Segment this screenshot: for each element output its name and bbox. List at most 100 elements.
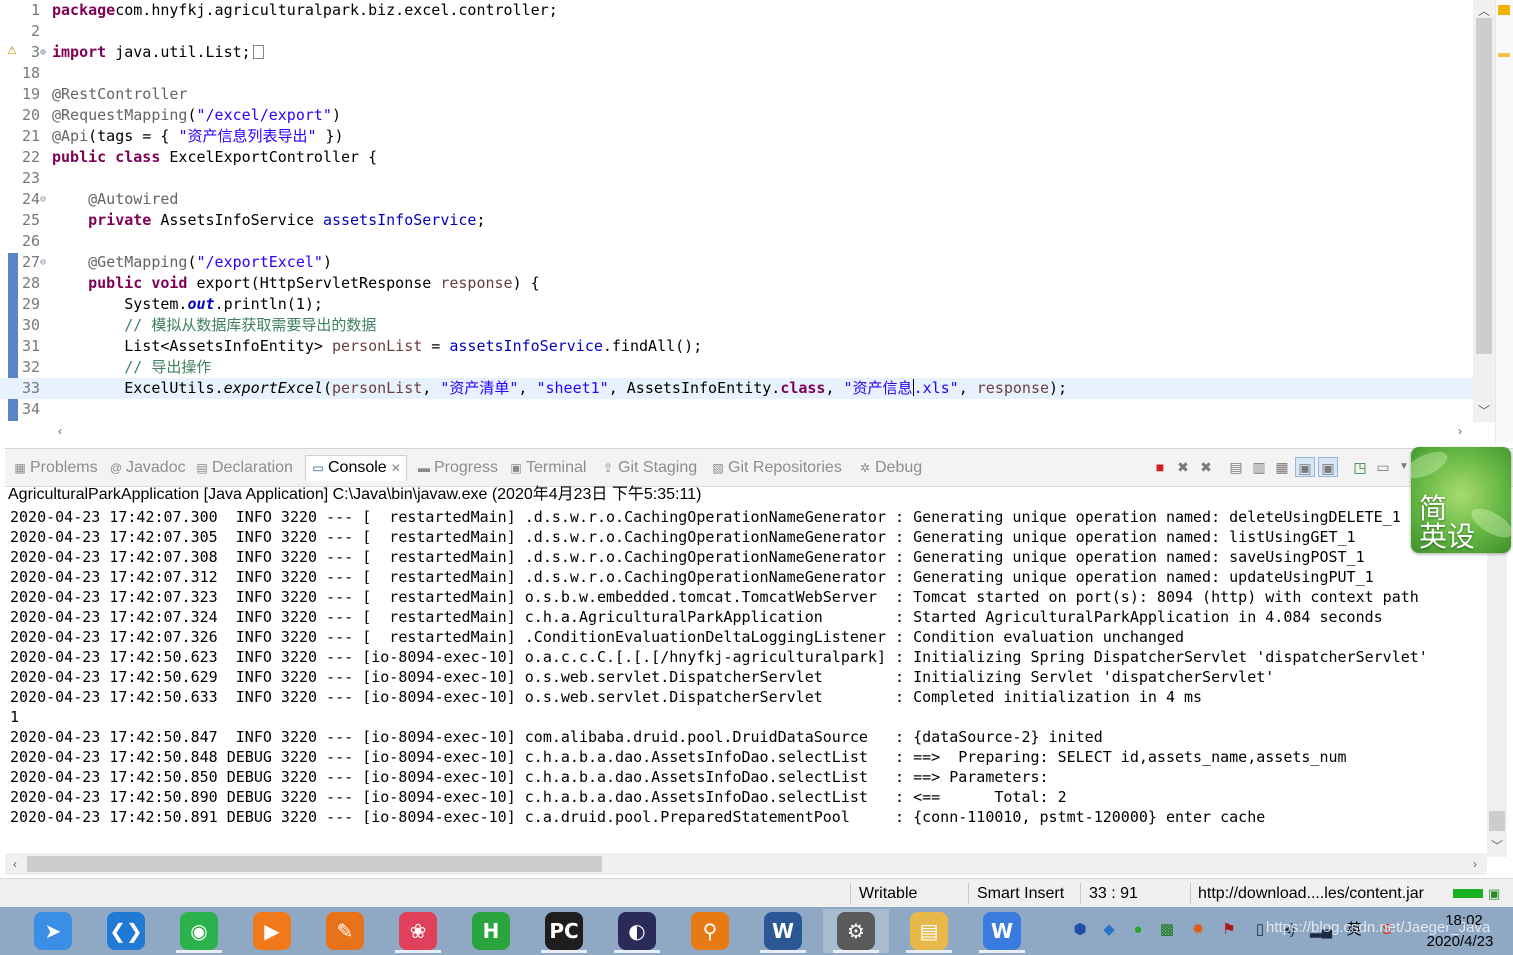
code-line[interactable]: 23 xyxy=(0,168,1473,189)
console-scroll-right-icon[interactable]: › xyxy=(1467,857,1483,871)
scroll-right-arrow-icon[interactable]: › xyxy=(1452,424,1468,438)
taskbar-java-ee-ide[interactable]: ⚙ xyxy=(823,909,889,953)
code-text[interactable]: private AssetsInfoService assetsInfoServ… xyxy=(52,210,485,231)
tray-nvidia-icon[interactable]: ▩ xyxy=(1157,919,1177,941)
console-log-line[interactable]: 2020-04-23 17:42:07.308 INFO 3220 --- [ … xyxy=(5,547,1487,567)
console-vertical-scrollbar[interactable]: ﹀ xyxy=(1487,507,1507,857)
close-tab-icon[interactable]: ✕ xyxy=(391,461,401,475)
show-on-stderr-icon[interactable]: ▣ xyxy=(1318,457,1338,477)
tab-progress[interactable]: ▬ Progress xyxy=(417,457,498,479)
collapse-fold-icon[interactable]: ⊖ xyxy=(40,189,50,210)
tab-terminal[interactable]: ▣ Terminal xyxy=(509,457,586,479)
expand-fold-icon[interactable]: ⊕ xyxy=(40,42,50,63)
code-line[interactable]: 3 ⊕ import java.util.List; xyxy=(0,42,1473,63)
collapse-fold-icon[interactable]: ⊖ xyxy=(40,252,50,273)
console-log-line[interactable]: 2020-04-23 17:42:07.300 INFO 3220 --- [ … xyxy=(5,507,1487,527)
console-scroll-down-icon[interactable]: ﹀ xyxy=(1489,837,1505,854)
code-line[interactable]: 26 xyxy=(0,231,1473,252)
taskbar-file-explorer[interactable]: ▤ xyxy=(896,909,962,953)
code-text[interactable]: public void export(HttpServletResponse r… xyxy=(52,273,540,294)
progress-bar[interactable] xyxy=(1453,889,1483,898)
taskbar-search-app[interactable]: ⚲ xyxy=(677,909,743,953)
pin-console-icon[interactable]: ◳ xyxy=(1350,457,1370,477)
scroll-up-arrow-icon[interactable]: ︿ xyxy=(1476,2,1492,19)
tab-git-staging[interactable]: ⇪ Git Staging xyxy=(601,457,697,479)
console-log-line[interactable]: 2020-04-23 17:42:50.890 DEBUG 3220 --- [… xyxy=(5,787,1487,807)
code-line[interactable]: 32 // 导出操作 xyxy=(0,357,1473,378)
overview-warning-mark[interactable] xyxy=(1498,5,1510,15)
console-log-line[interactable]: 2020-04-23 17:42:07.312 INFO 3220 --- [ … xyxy=(5,567,1487,587)
code-line[interactable]: 34 xyxy=(0,399,1473,420)
code-text[interactable]: @Autowired xyxy=(52,189,178,210)
taskbar-eclipse[interactable]: ◐ xyxy=(604,909,670,953)
scroll-left-arrow-icon[interactable]: ‹ xyxy=(52,424,68,438)
clear-console-icon[interactable]: ▤ xyxy=(1226,457,1246,477)
code-text[interactable]: packagecom.hnyfkj.agriculturalpark.biz.e… xyxy=(52,0,558,21)
code-editor[interactable]: ⚠ 1 packagecom.hnyfkj.agriculturalpark.bi… xyxy=(0,0,1495,443)
code-text[interactable]: // 模拟从数据库获取需要导出的数据 xyxy=(52,315,376,336)
remove-all-launches-icon[interactable]: ✖ xyxy=(1196,457,1216,477)
code-text[interactable]: public class ExcelExportController { xyxy=(52,147,377,168)
console-hscroll-thumb[interactable] xyxy=(27,856,602,872)
insert-mode[interactable]: Smart Insert xyxy=(977,879,1064,908)
scroll-lock-icon[interactable]: ▥ xyxy=(1249,457,1269,477)
console-log-line[interactable]: 2020-04-23 17:42:07.323 INFO 3220 --- [ … xyxy=(5,587,1487,607)
cursor-position[interactable]: 33 : 91 xyxy=(1089,879,1138,908)
console-log-line[interactable]: 2020-04-23 17:42:50.850 DEBUG 3220 --- [… xyxy=(5,767,1487,787)
tray-wechat-icon[interactable]: ● xyxy=(1128,919,1148,941)
tab-debug[interactable]: ✲ Debug xyxy=(858,457,922,479)
code-line[interactable]: 21 @Api(tags = { "资产信息列表导出" }) xyxy=(0,126,1473,147)
word-wrap-icon[interactable]: ▦ xyxy=(1272,457,1292,477)
code-text[interactable]: @RestController xyxy=(52,84,187,105)
taskbar-vscode[interactable]: ❮❯ xyxy=(93,909,159,953)
taskbar-pycharm[interactable]: PC xyxy=(531,909,597,953)
code-line[interactable]: 24 ⊖ @Autowired xyxy=(0,189,1473,210)
editor-horizontal-scrollbar[interactable]: ‹ › xyxy=(52,422,1473,442)
terminate-icon[interactable]: ■ xyxy=(1150,457,1170,477)
console-log-line[interactable]: 1 xyxy=(5,707,1487,727)
tray-box-icon[interactable]: ⬢ xyxy=(1070,919,1090,941)
tab-declaration[interactable]: ▤ Declaration xyxy=(195,457,293,479)
console-log-line[interactable]: 2020-04-23 17:42:50.891 DEBUG 3220 --- [… xyxy=(5,807,1487,827)
code-line[interactable]: 1 packagecom.hnyfkj.agriculturalpark.biz.… xyxy=(0,0,1473,21)
code-line[interactable]: 28 public void export(HttpServletRespons… xyxy=(0,273,1473,294)
code-line[interactable]: 33 ExcelUtils.exportExcel(personList, "资… xyxy=(0,378,1473,399)
console-log-line[interactable]: 2020-04-23 17:42:50.848 DEBUG 3220 --- [… xyxy=(5,747,1487,767)
console-scroll-thumb[interactable] xyxy=(1489,811,1505,831)
console-output[interactable]: 2020-04-23 17:42:07.300 INFO 3220 --- [ … xyxy=(5,507,1487,857)
overview-annotation-mark[interactable] xyxy=(1498,53,1510,57)
show-on-stdout-icon[interactable]: ▣ xyxy=(1295,457,1315,477)
console-log-line[interactable]: 2020-04-23 17:42:07.326 INFO 3220 --- [ … xyxy=(5,627,1487,647)
code-line[interactable]: 29 System.out.println(1); xyxy=(0,294,1473,315)
editor-vertical-scrollbar[interactable]: ︿ ﹀ xyxy=(1473,0,1495,422)
tray-flag-icon[interactable]: ⚑ xyxy=(1219,919,1239,941)
progress-view-icon[interactable]: ▣ xyxy=(1488,879,1500,908)
code-line[interactable]: 18 xyxy=(0,63,1473,84)
tab-console[interactable]: ▭ Console ✕ xyxy=(305,455,407,481)
code-line[interactable]: 2 xyxy=(0,21,1473,42)
taskbar-hbuilder[interactable]: H xyxy=(458,909,524,953)
taskbar-wps[interactable]: W xyxy=(969,909,1035,953)
code-line[interactable]: 31 List<AssetsInfoEntity> personList = a… xyxy=(0,336,1473,357)
code-text[interactable]: ExcelUtils.exportExcel(personList, "资产清单… xyxy=(52,378,1067,399)
code-line[interactable]: 27 ⊖ @GetMapping("/exportExcel") xyxy=(0,252,1473,273)
code-line[interactable]: 22 public class ExcelExportController { xyxy=(0,147,1473,168)
taskbar-video-player[interactable]: ▶ xyxy=(239,909,305,953)
tray-app-icon[interactable]: ✹ xyxy=(1188,919,1208,941)
code-line[interactable]: 20 @RequestMapping("/excel/export") xyxy=(0,105,1473,126)
console-log-line[interactable]: 2020-04-23 17:42:50.847 INFO 3220 --- [i… xyxy=(5,727,1487,747)
code-line[interactable]: 25 private AssetsInfoService assetsInfoS… xyxy=(0,210,1473,231)
code-line[interactable]: 30 // 模拟从数据库获取需要导出的数据 xyxy=(0,315,1473,336)
scroll-down-arrow-icon[interactable]: ﹀ xyxy=(1476,402,1492,419)
console-log-line[interactable]: 2020-04-23 17:42:07.324 INFO 3220 --- [ … xyxy=(5,607,1487,627)
ime-floating-widget[interactable]: 简 英设 xyxy=(1411,447,1511,553)
code-text[interactable]: @Api(tags = { "资产信息列表导出" }) xyxy=(52,126,344,147)
code-text[interactable]: System.out.println(1); xyxy=(52,294,323,315)
tray-messenger-icon[interactable]: ◆ xyxy=(1099,919,1119,941)
remove-launch-icon[interactable]: ✖ xyxy=(1173,457,1193,477)
taskbar-color-app[interactable]: ❀ xyxy=(385,909,451,953)
taskbar-messenger[interactable]: ➤ xyxy=(20,909,86,953)
console-scroll-left-icon[interactable]: ‹ xyxy=(7,857,23,871)
tab-problems[interactable]: ▦ Problems xyxy=(13,457,97,479)
taskbar-pen[interactable]: ✎ xyxy=(312,909,378,953)
